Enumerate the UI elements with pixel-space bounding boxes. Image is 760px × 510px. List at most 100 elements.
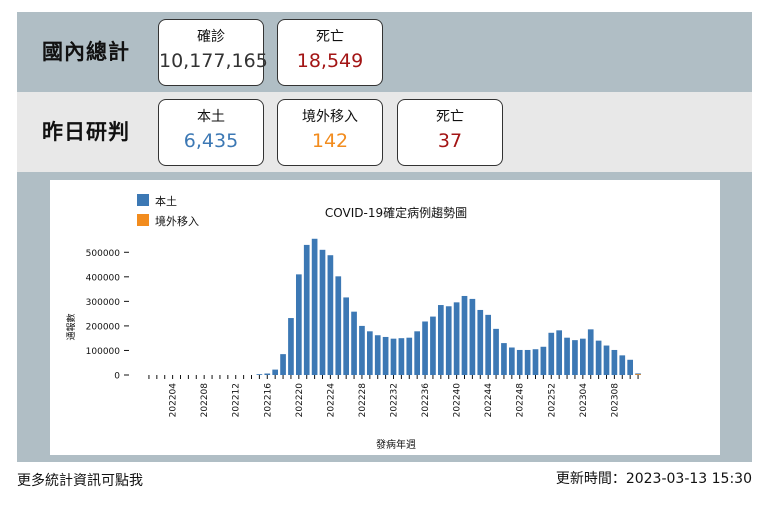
bar (564, 337, 570, 375)
bar (264, 373, 271, 375)
domestic-confirmed-card: 確診 10,177,165 (158, 19, 268, 86)
bar (603, 345, 610, 375)
domestic-deaths-label: 死亡 (316, 29, 344, 45)
bar (469, 298, 476, 375)
bar (288, 318, 294, 375)
bar (540, 346, 547, 375)
chart-row: 本土 境外移入 COVID-19確定病例趨勢圖 通報數 發病年週 0 100000… (17, 172, 752, 462)
yesterday-local-value: 6,435 (183, 130, 239, 152)
bar (493, 328, 499, 375)
bar (335, 276, 342, 375)
bar (524, 349, 531, 375)
bar (445, 306, 452, 375)
x-tick-label: 202228 (358, 383, 368, 418)
bar (390, 338, 397, 375)
bar (516, 349, 523, 375)
bar (327, 255, 334, 375)
bar (595, 340, 602, 375)
yesterday-deaths-value: 37 (437, 130, 463, 152)
domestic-confirmed-value: 10,177,165 (159, 50, 268, 72)
x-tick-label: 202204 (169, 383, 179, 418)
bar (477, 309, 484, 375)
x-tick-label: 202212 (232, 383, 242, 417)
bar (461, 295, 468, 375)
dashboard: 國內總計 確診 10,177,165 死亡 18,549 昨日研判 本土 6,4… (0, 0, 760, 510)
y-tick-label: 400000 (86, 273, 121, 283)
bar (627, 359, 634, 375)
domestic-total-row: 國內總計 確診 10,177,165 死亡 18,549 (17, 12, 752, 92)
bar (579, 338, 586, 375)
yesterday-imported-label: 境外移入 (302, 109, 358, 125)
legend-label-imported: 境外移入 (155, 214, 199, 228)
bar (311, 238, 318, 375)
bar (303, 244, 310, 375)
bar (532, 349, 539, 375)
bar (414, 331, 421, 375)
x-tick-label: 202308 (610, 383, 620, 418)
bar (406, 337, 413, 375)
yesterday-imported-card: 境外移入 142 (277, 99, 383, 166)
trend-chart: 本土 境外移入 COVID-19確定病例趨勢圖 通報數 發病年週 0 100000… (65, 194, 641, 451)
x-tick-label: 202248 (516, 383, 526, 418)
bar (548, 332, 555, 375)
chart-panel: 本土 境外移入 COVID-19確定病例趨勢圖 通報數 發病年週 0 100000… (50, 180, 720, 455)
bar (374, 335, 381, 375)
x-tick-label: 202244 (484, 383, 494, 418)
bar (359, 325, 365, 375)
x-axis: 202204 202208 202212 202216 202220 202224 2022… (148, 375, 639, 418)
bar (366, 331, 373, 375)
bar (635, 374, 641, 375)
domestic-deaths-card: 死亡 18,549 (277, 19, 383, 86)
bar (422, 321, 428, 375)
bar (508, 347, 515, 375)
y-tick-label: 100000 (86, 347, 121, 357)
yesterday-imported-value: 142 (311, 130, 349, 152)
yesterday-deaths-card: 死亡 37 (397, 99, 503, 166)
bar (295, 274, 302, 375)
bar (351, 311, 357, 375)
legend-swatch-imported (137, 214, 149, 226)
x-tick-label: 202224 (326, 383, 336, 418)
bar (619, 355, 626, 375)
bar (611, 349, 618, 375)
x-tick-label: 202304 (579, 383, 589, 418)
domestic-total-label: 國內總計 (42, 40, 130, 64)
update-time: 更新時間：2023-03-13 15:30 (555, 471, 752, 487)
x-tick-label: 202216 (263, 383, 273, 418)
more-stats-link[interactable]: 更多統計資訊可點我 (17, 470, 143, 490)
bar (430, 316, 436, 375)
domestic-deaths-value: 18,549 (296, 50, 364, 72)
y-axis-label: 通報數 (65, 313, 77, 340)
bar (587, 329, 594, 375)
bar (572, 340, 578, 375)
bar (382, 336, 389, 375)
x-tick-label: 202236 (421, 383, 431, 418)
bar (437, 305, 444, 375)
chart-title: COVID-19確定病例趨勢圖 (325, 205, 467, 220)
yesterday-local-card: 本土 6,435 (158, 99, 264, 166)
x-axis-label: 發病年週 (376, 438, 416, 451)
x-tick-label: 202232 (390, 383, 400, 417)
bar (556, 330, 563, 375)
bar (343, 297, 350, 375)
bar (453, 302, 460, 375)
chart-legend[interactable]: 本土 境外移入 (137, 194, 199, 228)
yesterday-deaths-label: 死亡 (436, 109, 464, 125)
y-tick-label: 500000 (86, 249, 121, 259)
y-tick-label: 300000 (86, 298, 121, 308)
bar (501, 343, 507, 375)
bar (319, 249, 326, 375)
y-axis: 0 100000 200000 300000 400000 500000 (86, 249, 129, 382)
bar-series (256, 238, 641, 375)
legend-label-local: 本土 (155, 194, 177, 208)
domestic-confirmed-label: 確診 (197, 29, 225, 45)
bar (280, 354, 286, 375)
bar (398, 338, 405, 375)
yesterday-row: 昨日研判 本土 6,435 境外移入 142 死亡 37 (17, 92, 752, 172)
yesterday-label: 昨日研判 (42, 120, 130, 144)
legend-swatch-local (137, 194, 149, 206)
y-tick-label: 0 (114, 372, 120, 382)
y-tick-label: 200000 (86, 322, 121, 332)
x-tick-label: 202252 (547, 383, 557, 417)
bar (272, 369, 279, 375)
